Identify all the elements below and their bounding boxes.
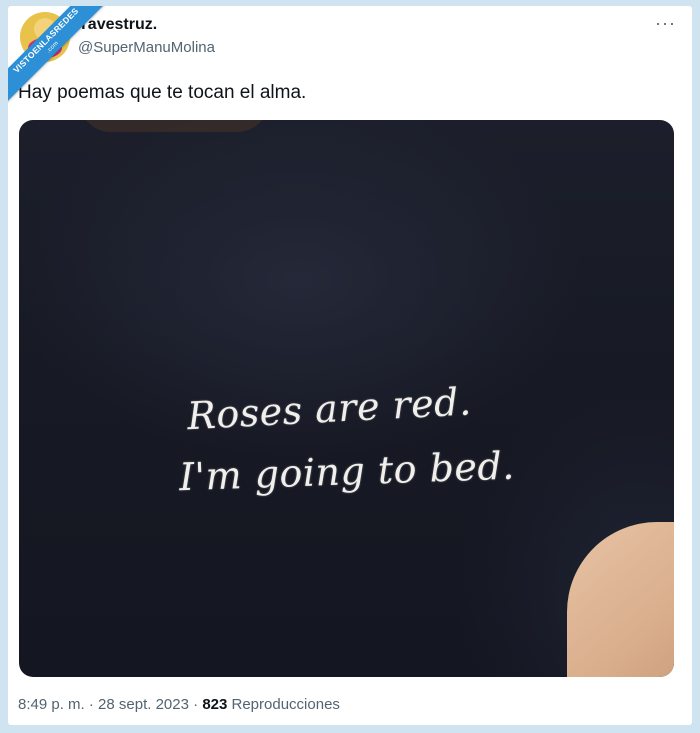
- neck-shape: [79, 120, 269, 132]
- tweet-time[interactable]: 8:49 p. m.: [18, 696, 85, 713]
- watermark-ribbon: VISTOENLASREDES .com: [8, 6, 118, 116]
- shirt-line-2: I'm going to bed.: [178, 443, 516, 500]
- tweet-image[interactable]: Roses are red. I'm going to bed.: [19, 120, 674, 677]
- tweet-date[interactable]: 28 sept. 2023: [98, 696, 189, 713]
- views-label[interactable]: Reproducciones: [227, 696, 340, 713]
- more-options-icon[interactable]: ···: [655, 14, 676, 32]
- arm-shape: [567, 522, 674, 677]
- views-count[interactable]: 823: [202, 696, 227, 713]
- tweet-meta: 8:49 p. m. · 28 sept. 2023 · 823 Reprodu…: [18, 696, 340, 713]
- watermark-text: VISTOENLASREDES: [11, 6, 81, 75]
- meta-separator: ·: [188, 696, 203, 713]
- tweet-card: VISTOENLASREDES .com Yavestruz. @SuperMa…: [8, 6, 692, 725]
- meta-separator: ·: [84, 696, 99, 713]
- shirt-print: Roses are red. I'm going to bed.: [178, 375, 539, 503]
